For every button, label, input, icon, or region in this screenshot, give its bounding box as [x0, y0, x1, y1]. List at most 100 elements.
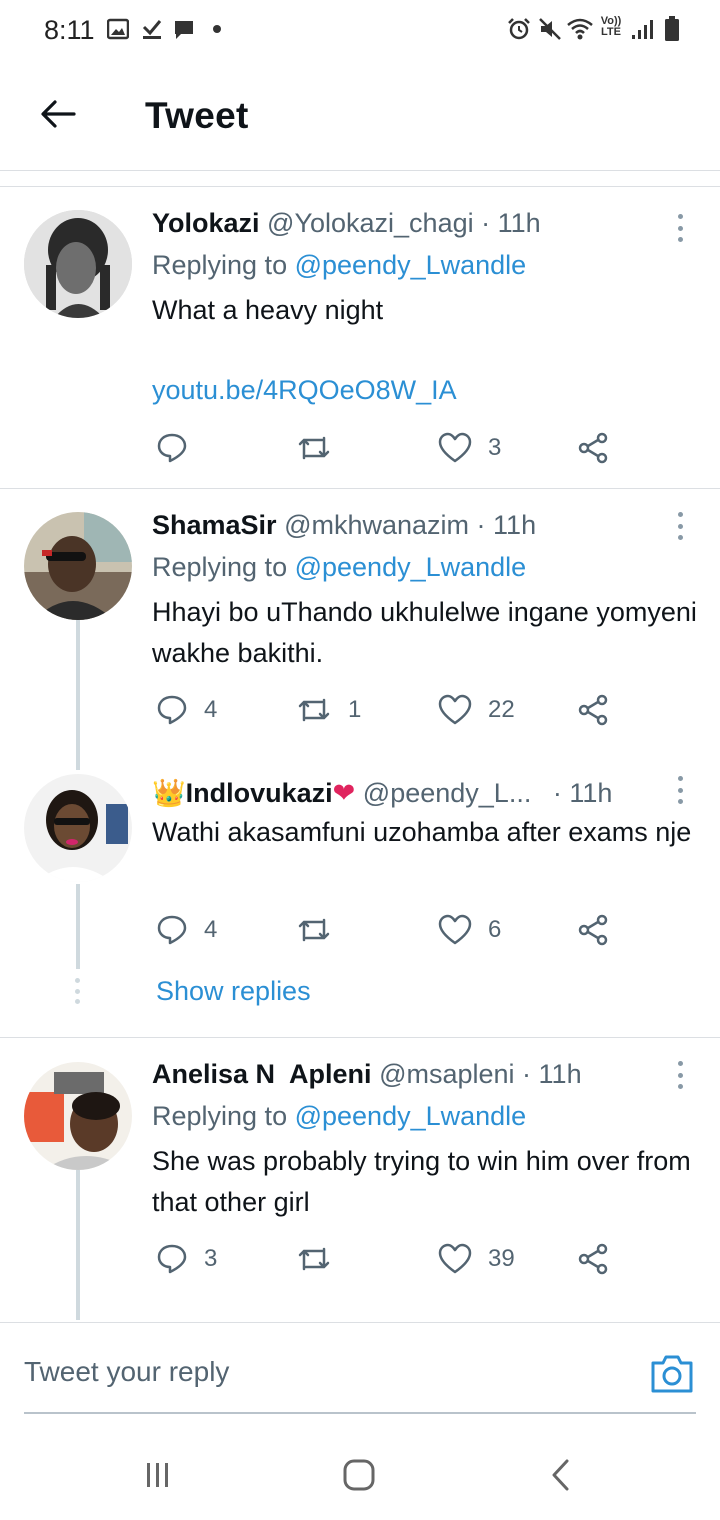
tweet-time: · 11h [522, 1059, 582, 1089]
more-options-button[interactable] [672, 208, 688, 248]
share-button[interactable] [578, 690, 610, 730]
more-options-button[interactable] [672, 506, 688, 546]
reply-button[interactable]: 3 [156, 1239, 217, 1279]
reply-icon [157, 433, 187, 463]
like-button[interactable]: 39 [438, 1239, 515, 1279]
image-icon [107, 18, 129, 40]
mention-link[interactable]: @peendy_Lwandle [295, 552, 527, 582]
home-button[interactable] [338, 1452, 380, 1498]
replying-to: Replying to @peendy_Lwandle [152, 550, 526, 584]
reply-icon [157, 1244, 187, 1274]
heart-emoji: ❤ [332, 778, 356, 808]
avatar[interactable] [24, 512, 132, 620]
like-count: 3 [488, 434, 502, 461]
page-title: Tweet [145, 95, 249, 136]
replying-to: Replying to @peendy_Lwandle [152, 1099, 526, 1133]
like-button[interactable]: 3 [438, 428, 501, 468]
author-name[interactable]: Yolokazi [152, 208, 260, 238]
retweet-button[interactable] [296, 1239, 348, 1279]
author-name[interactable]: Anelisa N Apleni [152, 1059, 372, 1089]
tweet-text: What a heavy night [152, 295, 384, 325]
like-button[interactable]: 22 [438, 690, 515, 730]
retweet-icon [298, 918, 330, 942]
tweet-header: ShamaSir @mkhwanazim · 11h [152, 508, 536, 542]
retweet-button[interactable] [296, 428, 348, 468]
tweet-time: · 11h [552, 778, 613, 808]
avatar[interactable] [24, 210, 132, 318]
author-name[interactable]: Indlovukazi [186, 778, 333, 808]
heart-icon [438, 1243, 472, 1274]
heart-icon [438, 694, 472, 725]
tweet-time: · 11h [481, 208, 541, 238]
reply-button[interactable]: 4 [156, 690, 217, 730]
recent-apps-button[interactable] [138, 1452, 178, 1498]
reply-count: 3 [204, 1245, 218, 1272]
tweet-header: Yolokazi @Yolokazi_chagi · 11h [152, 206, 541, 240]
share-button[interactable] [578, 910, 610, 950]
author-handle[interactable]: @Yolokazi_chagi [267, 208, 474, 238]
camera-icon [651, 1355, 693, 1393]
avatar-photo [24, 512, 132, 620]
crown-emoji: 👑 [152, 778, 186, 808]
author-name[interactable]: ShamaSir [152, 510, 277, 540]
retweet-count: 1 [348, 696, 362, 723]
show-replies-link[interactable]: Show replies [156, 974, 311, 1008]
alarm-icon [508, 18, 530, 40]
more-options-button[interactable] [672, 770, 688, 810]
network-label: Vo)) LTE [600, 15, 622, 38]
author-handle[interactable]: @peendy_L... [363, 778, 532, 808]
tweet-time: · 11h [476, 510, 537, 540]
thread-dots [75, 978, 81, 1004]
retweet-button[interactable] [296, 910, 348, 950]
status-time: 8:11 [44, 15, 95, 45]
tweet-text: She was probably trying to win him over … [152, 1146, 691, 1217]
avatar[interactable] [24, 1062, 132, 1170]
retweet-icon [298, 698, 330, 722]
avatar[interactable] [24, 774, 132, 882]
author-handle[interactable]: @mkhwanazim [284, 510, 469, 540]
retweet-icon [298, 1247, 330, 1271]
dot-icon [213, 25, 221, 33]
replying-to: Replying to @peendy_Lwandle [152, 248, 526, 282]
reply-button[interactable]: 4 [156, 910, 217, 950]
mention-link[interactable]: @peendy_Lwandle [295, 1101, 527, 1131]
signal-icon [632, 20, 653, 39]
divider [0, 170, 720, 171]
reply-icon [157, 915, 187, 945]
tweet-text: Wathi akasamfuni uzohamba after exams nj… [152, 817, 692, 847]
like-count: 39 [488, 1245, 515, 1272]
tweet-link[interactable]: youtu.be/4RQOeO8W_IA [152, 370, 697, 411]
share-button[interactable] [578, 1239, 610, 1279]
avatar-photo [24, 210, 132, 318]
share-icon [578, 914, 608, 946]
mute-icon [539, 18, 561, 40]
avatar-photo [24, 774, 132, 882]
share-icon [578, 694, 608, 726]
share-button[interactable] [578, 428, 610, 468]
like-button[interactable]: 6 [438, 910, 501, 950]
retweet-button[interactable]: 1 [296, 690, 361, 730]
home-icon [343, 1459, 375, 1491]
like-count: 22 [488, 696, 515, 723]
reply-icon [157, 695, 187, 725]
tweet-header: 👑Indlovukazi❤ @peendy_L... · 11h [152, 776, 612, 810]
camera-button[interactable] [650, 1354, 694, 1394]
system-back-button[interactable] [544, 1452, 578, 1498]
reply-button[interactable] [156, 428, 204, 468]
more-options-button[interactable] [672, 1055, 688, 1095]
heart-icon [438, 432, 472, 463]
tweet-reply-input[interactable]: Tweet your reply [24, 1354, 229, 1390]
chat-bubble-icon [175, 21, 193, 39]
back-button[interactable] [36, 92, 80, 136]
check-icon [142, 20, 162, 39]
author-handle[interactable]: @msapleni [379, 1059, 514, 1089]
tweet-header: Anelisa N Apleni @msapleni · 11h [152, 1057, 582, 1091]
replying-prefix: Replying to [152, 552, 295, 582]
mention-link[interactable]: @peendy_Lwandle [295, 250, 527, 280]
tweet-text: Hhayi bo uThando ukhulelwe ingane yomyen… [152, 597, 697, 668]
back-icon [552, 1459, 569, 1491]
avatar-photo [24, 1062, 132, 1170]
thread-line [76, 1170, 80, 1320]
thread-line [76, 884, 80, 969]
divider [0, 1322, 720, 1323]
